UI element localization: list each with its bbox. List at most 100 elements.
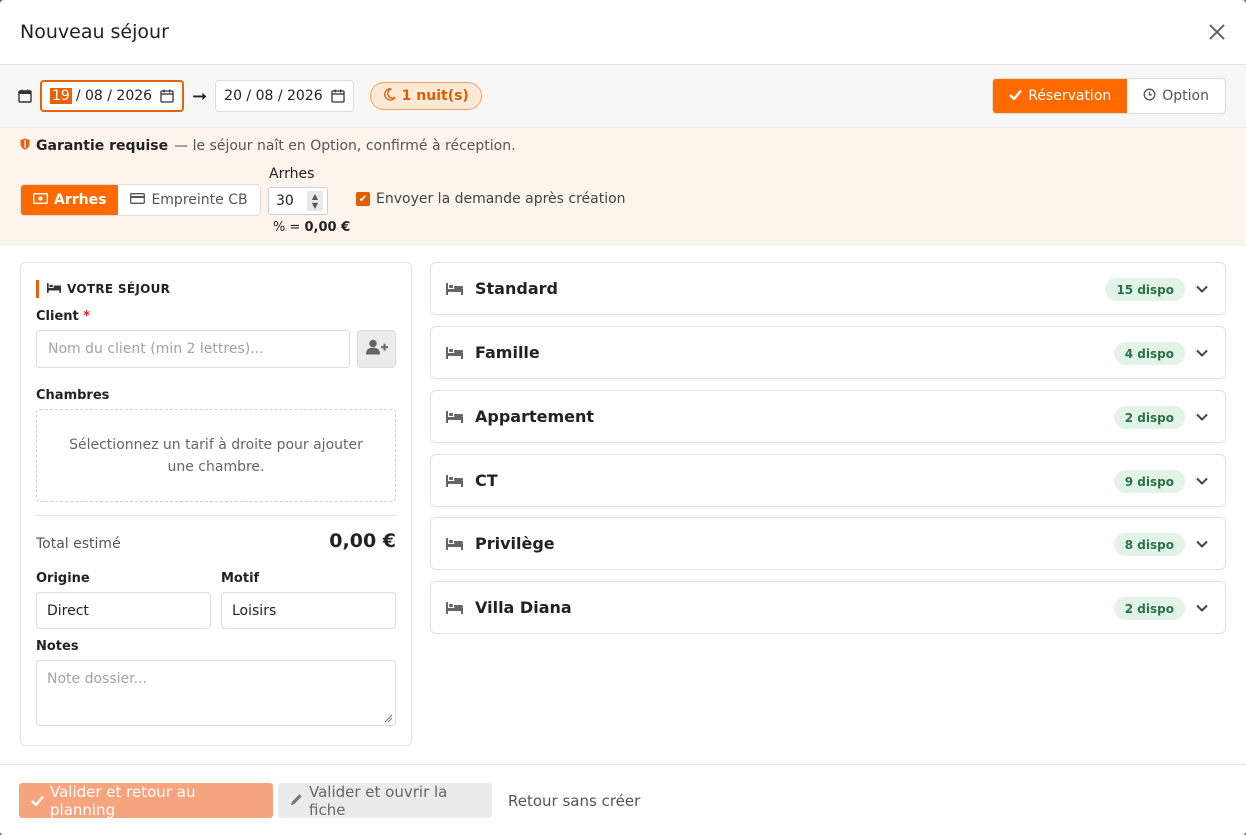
room-type-name: CT [475,471,498,490]
arrhes-percent-value: 30 [276,193,294,209]
origin-value: Direct [47,602,89,619]
arrhes-sum-value: 0,00 € [304,220,351,235]
check-icon [31,792,44,810]
money-icon [32,192,49,208]
bed-icon [446,601,463,614]
bed-icon [47,282,61,296]
modal-title: Nouveau séjour [20,21,169,43]
room-type-name: Famille [475,343,540,362]
arrival-date-input[interactable]: 19 / 08 / 2026 [40,80,185,112]
bed-icon [446,410,463,423]
availability-badge: 15 dispo [1105,278,1185,301]
validate-return-planning-label: Valider et retour au planning [50,782,196,819]
moon-icon [383,87,396,105]
new-stay-modal: Nouveau séjour 19 / 08 / 2026 ➞ 20 / 08 … [0,0,1246,835]
card-imprint-method-button[interactable]: Empreinte CB [118,185,259,215]
resize-handle-icon[interactable] [383,713,393,723]
card-imprint-method-label: Empreinte CB [151,192,248,208]
reservation-label: Réservation [1028,88,1112,104]
chevron-down-icon[interactable] [1195,474,1209,488]
bed-icon [446,346,463,359]
calendar-icon[interactable] [160,89,174,103]
rooms-empty-area: Sélectionnez un tarif à droite pour ajou… [36,409,396,502]
divider [36,515,396,516]
guarantee-panel: Garantie requise — le séjour naît en Opt… [0,128,1246,245]
calendar-icon[interactable] [331,89,345,103]
client-search-input[interactable]: Nom du client (min 2 lettres)... [36,330,350,368]
chevron-down-icon[interactable] [1195,410,1209,424]
option-label: Option [1162,88,1209,104]
notes-label: Notes [36,639,79,654]
check-icon [1009,88,1023,104]
chevron-down-icon[interactable] [1195,537,1209,551]
chevron-down-icon[interactable] [1195,601,1209,615]
date-row: 19 / 08 / 2026 ➞ 20 / 08 / 2026 1 nuit(s… [0,65,1246,128]
notes-textarea[interactable]: Note dossier... [36,660,396,726]
total-label: Total estimé [36,536,121,552]
room-type-famille[interactable]: Famille 4 dispo [430,326,1226,379]
bed-icon [446,282,463,295]
availability-badge: 8 dispo [1113,533,1185,556]
motif-select[interactable]: Loisirs [221,592,396,629]
send-request-checkbox[interactable]: ✔ Envoyer la demande après création [356,191,626,207]
departure-date-value: 20 / 08 / 2026 [224,88,323,104]
client-placeholder: Nom du client (min 2 lettres)... [48,341,264,357]
rooms-label: Chambres [36,388,110,403]
arrhes-percent-input[interactable]: 30 ▲ ▼ [268,187,328,215]
stay-section-title: VOTRE SÉJOUR [36,280,170,298]
room-type-name: Appartement [475,407,595,426]
send-request-label: Envoyer la demande après création [376,191,626,207]
back-without-create-link[interactable]: Retour sans créer [496,783,652,818]
arrival-date-rest: / 08 / 2026 [75,88,153,104]
room-type-name: Villa Diana [475,598,572,617]
arrhes-method-label: Arrhes [54,192,107,208]
chevron-down-icon[interactable] [1195,346,1209,360]
validate-open-file-label: Valider et ouvrir la fiche [309,782,448,819]
booking-type-toggle: Réservation Option [992,78,1226,114]
client-label: Client * [36,309,90,324]
close-icon[interactable] [1206,21,1228,43]
availability-badge: 9 dispo [1113,470,1185,493]
chevron-down-icon[interactable] [1195,282,1209,296]
availability-badge: 2 dispo [1113,406,1185,429]
calendar-icon [18,89,32,103]
modal-header: Nouveau séjour [0,0,1246,65]
add-client-button[interactable] [357,330,396,368]
arrhes-stepper[interactable]: ▲ ▼ [307,191,323,211]
pencil-icon [290,792,303,810]
room-type-appartement[interactable]: Appartement 2 dispo [430,390,1226,443]
total-value: 0,00 € [329,530,396,552]
arrhes-method-button[interactable]: Arrhes [21,185,119,215]
modal-footer: Valider et retour au planning Valider et… [0,764,1246,835]
availability-badge: 4 dispo [1113,342,1185,365]
arrow-right-icon: ➞ [192,85,208,107]
room-type-villa-diana[interactable]: Villa Diana 2 dispo [430,581,1226,634]
departure-date-input[interactable]: 20 / 08 / 2026 [215,80,354,112]
nights-badge: 1 nuit(s) [369,82,482,110]
guarantee-title: Garantie requise [36,138,169,154]
reservation-button[interactable]: Réservation [993,79,1128,113]
bed-icon [446,474,463,487]
room-type-privilege[interactable]: Privilège 8 dispo [430,517,1226,570]
guarantee-method-toggle: Arrhes Empreinte CB [20,184,261,216]
room-type-name: Privilège [475,534,555,553]
arrhes-label: Arrhes [269,166,315,182]
back-without-create-label: Retour sans créer [508,791,641,810]
validate-return-planning-button[interactable]: Valider et retour au planning [19,782,273,819]
stay-section-label: VOTRE SÉJOUR [67,282,171,296]
validate-open-file-button[interactable]: Valider et ouvrir la fiche [278,782,492,819]
bed-icon [446,537,463,550]
origin-select[interactable]: Direct [36,592,211,629]
room-type-ct[interactable]: CT 9 dispo [430,454,1226,507]
credit-card-icon [130,192,146,208]
origin-label: Origine [36,571,90,586]
guarantee-note: — le séjour naît en Option, confirmé à r… [174,138,516,154]
add-user-icon [365,339,388,359]
room-type-standard[interactable]: Standard 15 dispo [430,262,1226,315]
option-button[interactable]: Option [1127,79,1225,113]
clock-icon [1143,88,1156,105]
arrival-day-segment[interactable]: 19 [50,88,72,104]
required-mark: * [83,309,91,324]
client-label-text: Client [36,309,79,324]
checkbox-check-icon[interactable]: ✔ [356,192,370,206]
